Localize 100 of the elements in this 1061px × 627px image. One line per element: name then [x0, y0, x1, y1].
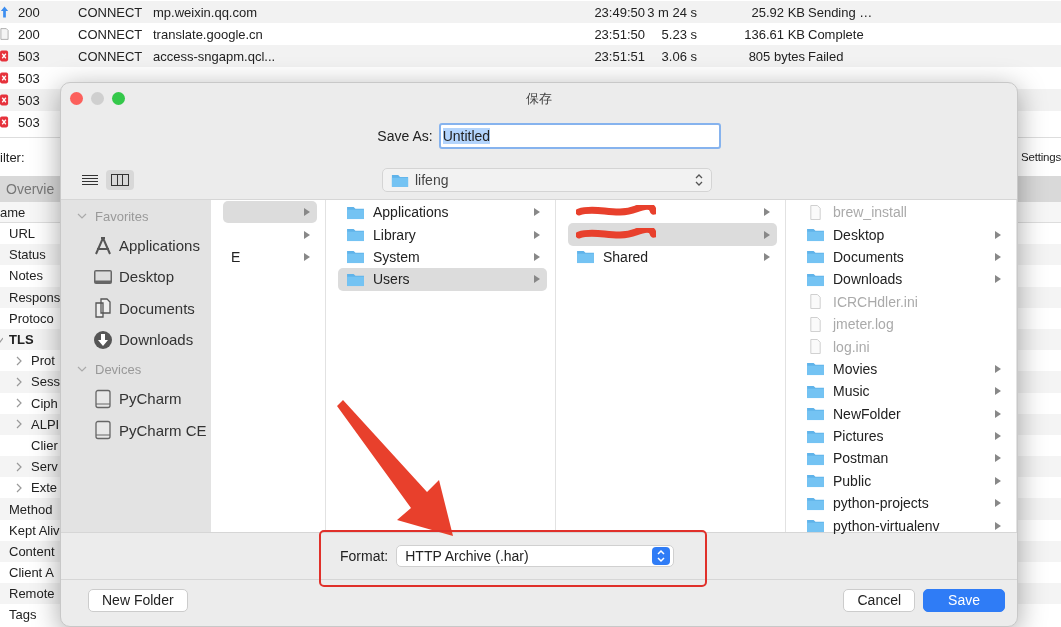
sidebar-item[interactable]: Applications	[61, 230, 211, 262]
sidebar-label: PyCharm	[119, 390, 182, 408]
format-popup[interactable]: HTTP Archive (.har)	[396, 545, 675, 567]
close-button[interactable]	[70, 92, 83, 105]
disclosure-arrow-icon	[994, 408, 1002, 419]
size-cell-text: 805 bytes	[747, 48, 805, 64]
chevron-icon[interactable]	[77, 213, 87, 219]
folder-icon	[576, 249, 595, 265]
sidebar-label: Documents	[119, 299, 195, 317]
folder-icon	[806, 249, 825, 265]
folder-icon	[806, 406, 825, 422]
drive-icon	[93, 420, 113, 441]
duration-cell-text: 5.23 s	[660, 26, 697, 42]
chevron-icon[interactable]	[16, 482, 22, 493]
chevron-icon[interactable]	[16, 376, 22, 387]
disclosure-arrow-icon	[994, 251, 1002, 262]
property-label: Exte	[31, 480, 57, 496]
sidebar-item[interactable]: PyCharm	[61, 383, 211, 415]
property-label: Notes	[9, 268, 43, 284]
folder-item[interactable]: Applications	[338, 201, 547, 224]
disclosure-arrow-icon	[994, 386, 1002, 397]
disclosure-arrow-icon	[994, 363, 1002, 374]
disclosure-arrow-icon	[994, 475, 1002, 486]
folder-item[interactable]: E	[223, 245, 317, 269]
folder-item[interactable]: Downloads	[798, 268, 1008, 291]
folder-icon	[806, 428, 825, 444]
chevron-icon[interactable]	[16, 355, 22, 366]
disclosure-arrow-icon	[763, 251, 771, 262]
folder-icon	[806, 495, 825, 511]
property-label: TLS	[9, 332, 34, 348]
disclosure-arrow-icon	[994, 431, 1002, 442]
folder-icon	[806, 383, 825, 399]
format-label: Format:	[340, 548, 389, 564]
folder-icon	[346, 271, 365, 287]
settings-link[interactable]: Settings	[1021, 151, 1061, 163]
disclosure-arrow-icon	[763, 207, 771, 218]
folder-icon	[346, 249, 365, 265]
columns-icon	[111, 174, 129, 186]
filename-field[interactable]: Untitled	[438, 123, 721, 149]
sidebar-item[interactable]: PyCharm CE	[61, 414, 211, 446]
applications-icon	[93, 235, 113, 256]
upload-arrow-icon	[0, 5, 9, 19]
minimize-button[interactable]	[91, 92, 104, 105]
chevron-icon[interactable]	[16, 398, 22, 409]
chevron-icon[interactable]	[77, 366, 87, 373]
folder-item[interactable]: Postman	[798, 447, 1008, 470]
sidebar-item[interactable]: Desktop	[61, 261, 211, 293]
folder-icon	[806, 518, 825, 534]
sidebar-item[interactable]: Downloads	[61, 323, 211, 356]
property-label: Method	[9, 501, 53, 517]
property-label: Status	[9, 247, 46, 263]
folder-item[interactable]: Users	[338, 268, 547, 291]
folder-item[interactable]: System	[338, 245, 547, 269]
dialog-button[interactable]: Cancel	[843, 588, 916, 612]
folder-item[interactable]: Music	[798, 380, 1008, 403]
list-icon	[82, 174, 98, 186]
location-popup[interactable]: lifeng	[382, 168, 712, 192]
folder-item[interactable]: Movies	[798, 357, 1008, 381]
dialog-button[interactable]: New Folder	[88, 588, 188, 612]
duration-cell-text: 3.06 s	[660, 48, 697, 64]
state-cell-text: Complete	[807, 26, 864, 42]
disclosure-arrow-icon	[303, 251, 311, 262]
sidebar-item[interactable]: Documents	[61, 292, 211, 324]
folder-item[interactable]: python-projects	[798, 492, 1008, 515]
folder-item[interactable]: Desktop	[798, 223, 1008, 246]
property-label: Prot	[31, 353, 55, 369]
sidebar-label: Downloads	[119, 331, 194, 349]
zoom-button[interactable]	[112, 92, 125, 105]
column-view-button[interactable]	[106, 170, 134, 190]
property-label: Protoco	[9, 310, 54, 326]
host-cell-text: translate.google.cn	[153, 26, 264, 42]
start-time-cell-text: 23:51:51	[593, 48, 645, 64]
property-label: Client A	[9, 565, 54, 581]
method-cell-text: CONNECT	[78, 4, 144, 20]
folder-item[interactable]: Shared	[568, 245, 777, 269]
folder-icon	[806, 473, 825, 489]
folder-item[interactable]: Public	[798, 469, 1008, 493]
status-code: 503	[18, 92, 41, 108]
folder-item[interactable]: NewFolder	[798, 402, 1008, 425]
chevron-icon[interactable]	[16, 461, 22, 472]
folder-icon	[391, 172, 409, 188]
folder-item[interactable]: Pictures	[798, 424, 1008, 448]
disclosure-arrow-icon	[533, 207, 541, 218]
status-code: 503	[18, 114, 41, 130]
folder-item[interactable]: Library	[338, 223, 547, 246]
host-cell-text: access-sngapm.qcl...	[153, 48, 277, 64]
error-icon	[0, 93, 9, 107]
window-title: 保存	[526, 90, 552, 108]
disclosure-arrow-icon	[994, 274, 1002, 285]
property-label: Sess	[31, 374, 60, 390]
save-button[interactable]: Save	[923, 588, 1005, 612]
property-label: URL	[9, 226, 35, 242]
drive-icon	[93, 388, 113, 409]
folder-item[interactable]: python-virtualenv	[798, 514, 1008, 537]
chevron-icon[interactable]	[16, 419, 22, 430]
folder-icon	[806, 271, 825, 287]
updown-icon	[695, 174, 703, 186]
state-cell-text: Failed	[807, 48, 844, 64]
folder-item[interactable]: Documents	[798, 245, 1008, 269]
folder-item[interactable]	[568, 223, 777, 246]
